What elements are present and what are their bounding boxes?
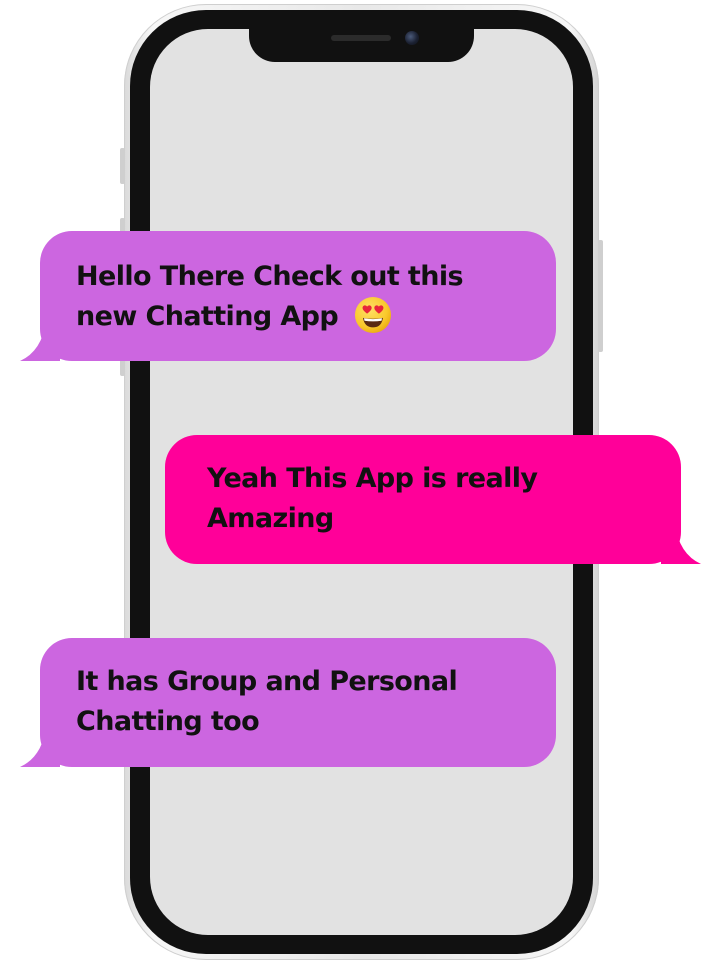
message-text-line-2: Chatting too: [76, 706, 260, 737]
message-text-line-2: new Chatting App: [76, 296, 536, 337]
bubble-tail-right: [661, 524, 701, 564]
message-bubble-incoming-1: Hello There Check out this new Chatting …: [20, 231, 556, 361]
speaker-grille: [331, 35, 391, 41]
illustration: Hello There Check out this new Chatting …: [0, 0, 722, 961]
front-camera-icon: [405, 31, 419, 45]
message-text-line-1: Yeah This App is really: [207, 463, 538, 494]
bubble-tail-left: [20, 321, 60, 361]
message-text-line-2: Amazing: [207, 503, 334, 534]
bubble-tail-left: [20, 727, 60, 767]
message-text-line-1: Hello There Check out this: [76, 261, 464, 292]
message-bubble-incoming-2: It has Group and Personal Chatting too: [20, 638, 556, 767]
message-bubble-outgoing-1: Yeah This App is really Amazing: [165, 435, 701, 564]
message-text-line-2-text: new Chatting App: [76, 301, 339, 332]
heart-eyes-emoji-icon: [355, 296, 392, 333]
message-text-line-1: It has Group and Personal: [76, 666, 458, 697]
